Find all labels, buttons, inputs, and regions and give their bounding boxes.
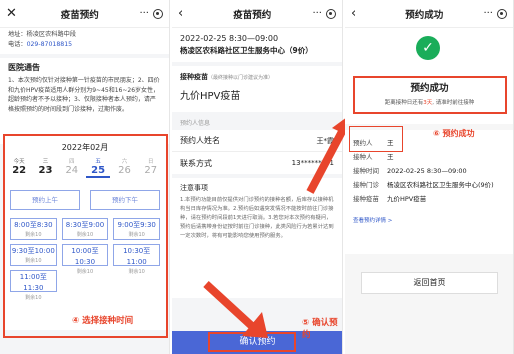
clinic-phone-line: 电话：029-87018815	[8, 40, 161, 50]
notice-title: 医院通告	[8, 63, 40, 72]
back-icon[interactable]: ‹	[178, 6, 192, 21]
nav-bar: ✕ 疫苗预约 ···	[0, 0, 169, 28]
clinic-name: 杨凌区农科路社区卫生服务中心（9价）	[180, 46, 313, 55]
more-icon[interactable]: ···	[312, 8, 322, 19]
panel-success: ‹ 预约成功 ··· ✓ 预约成功 距离接种日还有3天, 请准时前往接种 预约人…	[345, 0, 514, 354]
detail-key: 接种疫苗	[353, 195, 379, 203]
detail-key: 接种人	[353, 153, 373, 161]
annotation-step4: ④ 选择接种时间	[72, 316, 134, 326]
nav-bar: ‹ 疫苗预约 ···	[172, 0, 342, 28]
annotation-step6: ⑥ 预约成功	[433, 129, 475, 138]
screenshot: ✕ 疫苗预约 ··· 地址：杨凌区农科路中段 电话：029-87018815 医…	[0, 0, 514, 354]
notice-text: 1、本次预约仅针对接种第一针疫苗的市民朋友；2、四价和九价HPV疫苗适用人群分别…	[8, 77, 160, 113]
detail-row: 接种疫苗 九价HPV疫苗	[353, 192, 505, 206]
nav-title: 疫苗预约	[60, 9, 99, 21]
back-icon[interactable]: ‹	[351, 6, 365, 21]
clinic-address: 地址：杨凌区农科路中段	[8, 31, 77, 38]
mini-program-icon[interactable]	[326, 8, 336, 19]
annotation-arrow-icon	[203, 281, 268, 338]
clinic-info: 地址：杨凌区农科路中段 电话：029-87018815	[0, 28, 169, 54]
more-icon[interactable]: ···	[139, 8, 149, 19]
detail-link[interactable]: 查看预约详情 >	[353, 216, 505, 224]
annotation-box-step4	[3, 134, 168, 338]
detail-key: 接种门诊	[353, 181, 379, 189]
annotation-box-user	[349, 126, 403, 152]
nav-actions: ···	[312, 8, 336, 19]
nav-actions: ···	[139, 8, 163, 19]
home-button[interactable]: 返回首页	[361, 272, 498, 294]
clinic-phone[interactable]: 029-87018815	[27, 41, 73, 48]
detail-row: 接种门诊 杨凌区农科路社区卫生服务中心(9价)	[353, 180, 505, 190]
close-icon[interactable]: ✕	[6, 6, 20, 21]
success-check-icon: ✓	[416, 36, 440, 60]
phone-label: 电话：	[8, 41, 27, 48]
detail-row: 接种人 王	[353, 150, 505, 164]
detail-value: 九价HPV疫苗	[387, 195, 427, 203]
annotation-step5: ⑤ 确认预约	[302, 318, 338, 340]
detail-row: 接种时间 2022-02-25 8:30—09:00	[353, 164, 505, 178]
notice-card: 医院通告 1、本次预约仅针对接种第一针疫苗的市民朋友；2、四价和九价HPV疫苗适…	[0, 58, 169, 144]
annotation-box-success	[353, 76, 507, 114]
detail-value: 2022-02-25 8:30—09:00	[387, 167, 467, 175]
more-icon[interactable]: ···	[483, 8, 493, 19]
detail-key: 接种时间	[353, 167, 379, 175]
mini-program-icon[interactable]	[497, 8, 507, 19]
phone-label: 联系方式	[180, 158, 212, 168]
nav-actions: ···	[483, 8, 507, 19]
detail-value: 王	[387, 153, 394, 161]
appointment-summary: 2022-02-25 8:30—09:00 杨凌区农科路社区卫生服务中心（9价）	[172, 28, 342, 62]
mini-program-icon[interactable]	[153, 8, 163, 19]
nav-title: 预约成功	[405, 9, 444, 21]
vaccine-hint: （最终接种以门诊建议为准）	[208, 75, 274, 81]
panel-select-time: ✕ 疫苗预约 ··· 地址：杨凌区农科路中段 电话：029-87018815 医…	[0, 0, 170, 354]
vaccine-section-title: 接种疫苗	[180, 73, 208, 81]
notes-text: 1.本预约功能目前仅提供对门诊预约的接种名额，后库存以接种机构当日库存情况为准。…	[180, 197, 334, 239]
appointment-datetime: 2022-02-25 8:30—09:00	[180, 34, 279, 43]
name-label: 预约人姓名	[180, 136, 220, 145]
nav-title: 疫苗预约	[233, 9, 272, 21]
detail-value: 杨凌区农科路社区卫生服务中心(9价)	[387, 181, 494, 189]
nav-bar: ‹ 预约成功 ···	[345, 0, 513, 28]
